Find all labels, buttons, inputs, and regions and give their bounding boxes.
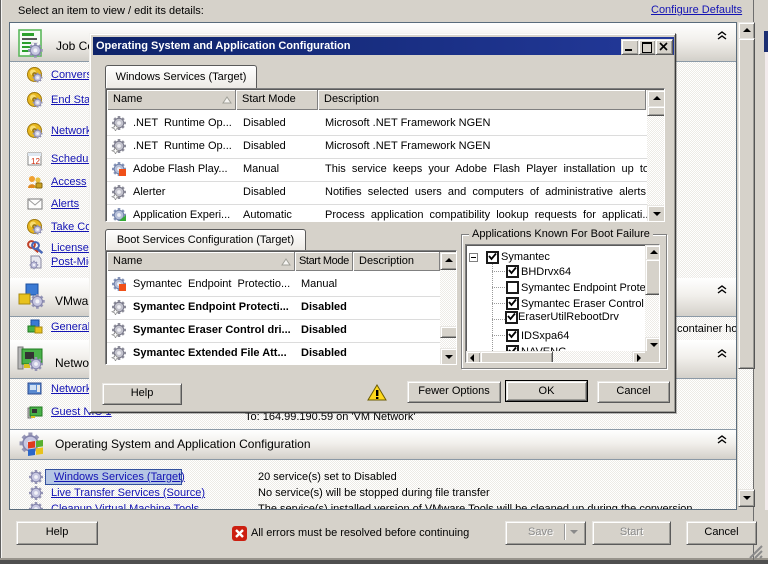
svg-text:12: 12 bbox=[31, 157, 40, 166]
